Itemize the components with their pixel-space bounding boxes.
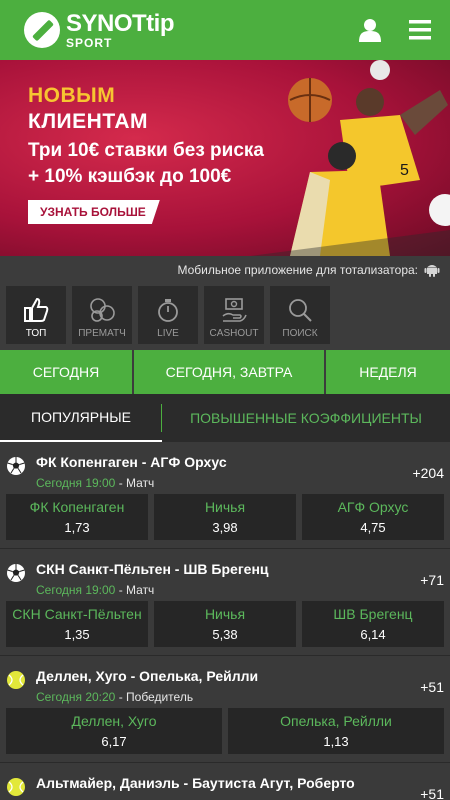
mobile-app-text: Мобильное приложение для тотализатора:	[177, 263, 418, 277]
more-markets-count[interactable]: +204	[412, 465, 444, 481]
football-icon	[7, 457, 25, 475]
odd-value: 6,14	[360, 627, 386, 642]
event-market: - Матч	[115, 476, 155, 490]
svg-text:5: 5	[400, 162, 409, 179]
event-title[interactable]: ФК Копенгаген - АГФ Орхус	[36, 454, 227, 470]
hamburger-menu-icon[interactable]	[402, 12, 438, 48]
odd-value: 1,13	[323, 734, 349, 749]
athletes-illustration: 5	[250, 60, 450, 256]
tile-cashout-label: CASHOUT	[209, 328, 259, 339]
learn-more-button[interactable]: УЗНАТЬ БОЛЬШЕ	[28, 200, 160, 224]
banner-offer-1: Три 10€ ставки без риска	[28, 140, 264, 161]
odd-label: Опелька, Рейлли	[280, 713, 392, 729]
odd-button-home[interactable]: ФК Копенгаген 1,73	[6, 494, 148, 540]
tile-cashout[interactable]: CASHOUT	[204, 286, 264, 344]
odd-label: ШВ Брегенц	[333, 606, 413, 622]
tile-live-label: LIVE	[157, 328, 179, 339]
more-markets-count[interactable]: +71	[420, 572, 444, 588]
odd-value: 6,17	[101, 734, 127, 749]
event-card: ФК Копенгаген - АГФ Орхус Сегодня 19:00 …	[0, 442, 450, 549]
search-icon	[289, 299, 312, 322]
more-markets-count[interactable]: +51	[420, 786, 444, 800]
odd-label: АГФ Орхус	[337, 499, 409, 515]
odd-button-home[interactable]: СКН Санкт-Пёльтен 1,35	[6, 601, 148, 647]
odd-value: 1,35	[64, 627, 90, 642]
odd-value: 3,98	[212, 520, 238, 535]
odd-label: ФК Копенгаген	[29, 499, 125, 515]
tile-search-label: ПОИСК	[282, 328, 318, 339]
events-list: ФК Копенгаген - АГФ Орхус Сегодня 19:00 …	[0, 442, 450, 800]
tab-today-tomorrow[interactable]: СЕГОДНЯ, ЗАВТРА	[134, 350, 324, 394]
event-time: Сегодня 20:20	[36, 690, 116, 704]
event-title[interactable]: Альтмайер, Даниэль - Баутиста Агут, Робе…	[36, 775, 355, 791]
tab-popular[interactable]: ПОПУЛЯРНЫЕ	[0, 394, 162, 442]
event-title[interactable]: Деллен, Хуго - Опелька, Рейлли	[36, 668, 258, 684]
odd-value: 5,38	[212, 627, 238, 642]
quick-nav-tiles: ТОП ПРЕМАТЧ LIVE CASHOUT ПОИСК	[0, 284, 450, 350]
top-header: SYNOTtip SPORT	[0, 0, 450, 60]
promo-banner[interactable]: 5 НОВЫМ КЛИЕНТАМ Три 10€ ставки без риск…	[0, 60, 450, 256]
period-tabs: СЕГОДНЯ СЕГОДНЯ, ЗАВТРА НЕДЕЛЯ	[0, 350, 450, 394]
logo-sub: SPORT	[66, 35, 113, 50]
user-icon[interactable]	[352, 12, 388, 48]
tile-top-label: ТОП	[25, 328, 47, 339]
balls-icon	[90, 298, 115, 322]
tile-search[interactable]: ПОИСК	[270, 286, 330, 344]
banner-offer-2: + 10% кэшбэк до 100€	[28, 166, 232, 187]
odd-value: 1,73	[64, 520, 90, 535]
odd-button-draw[interactable]: Ничья 3,98	[154, 494, 296, 540]
odd-label: Деллен, Хуго	[71, 713, 157, 729]
mobile-app-bar: Мобильное приложение для тотализатора:	[0, 256, 450, 284]
tile-top[interactable]: ТОП	[6, 286, 66, 344]
more-markets-count[interactable]: +51	[420, 679, 444, 695]
event-market: - Матч	[115, 583, 155, 597]
tennis-icon	[7, 778, 25, 796]
tab-week[interactable]: НЕДЕЛЯ	[326, 350, 450, 394]
event-time: Сегодня 19:00	[36, 476, 116, 490]
event-meta: Сегодня 19:00 - Матч	[36, 583, 154, 597]
section-tabs: ПОПУЛЯРНЫЕ ПОВЫШЕННЫЕ КОЭФФИЦИЕНТЫ	[0, 394, 450, 442]
logo-mark-icon	[24, 12, 60, 48]
odd-label: Ничья	[204, 499, 246, 515]
event-meta: Сегодня 19:00 - Матч	[36, 476, 154, 490]
banner-headline-2: КЛИЕНТАМ	[28, 110, 148, 133]
event-card: Деллен, Хуго - Опелька, Рейлли Сегодня 2…	[0, 656, 450, 763]
odd-button-player1[interactable]: Деллен, Хуго 6,17	[6, 708, 222, 754]
odd-label: Ничья	[204, 606, 246, 622]
event-card: СКН Санкт-Пёльтен - ШВ Брегенц Сегодня 1…	[0, 549, 450, 656]
event-market: - Победитель	[115, 690, 194, 704]
logo-name: SYNOTtip	[66, 9, 175, 37]
tile-prematch-label: ПРЕМАТЧ	[78, 328, 126, 339]
football-icon	[7, 564, 25, 582]
thumbs-up-icon	[24, 297, 49, 322]
cashout-icon	[222, 298, 247, 322]
odd-button-draw[interactable]: Ничья 5,38	[154, 601, 296, 647]
event-time: Сегодня 19:00	[36, 583, 116, 597]
tennis-icon	[7, 671, 25, 689]
odd-button-player2[interactable]: Опелька, Рейлли 1,13	[228, 708, 444, 754]
tile-prematch[interactable]: ПРЕМАТЧ	[72, 286, 132, 344]
tab-boosted-odds[interactable]: ПОВЫШЕННЫЕ КОЭФФИЦИЕНТЫ	[162, 394, 450, 442]
stopwatch-icon	[158, 299, 178, 322]
tab-today[interactable]: СЕГОДНЯ	[0, 350, 132, 394]
android-icon[interactable]	[424, 262, 440, 278]
banner-headline-1: НОВЫМ	[28, 84, 116, 107]
event-title[interactable]: СКН Санкт-Пёльтен - ШВ Брегенц	[36, 561, 269, 577]
odd-label: СКН Санкт-Пёльтен	[12, 606, 142, 622]
event-card: Альтмайер, Даниэль - Баутиста Агут, Робе…	[0, 763, 450, 800]
odd-button-away[interactable]: АГФ Орхус 4,75	[302, 494, 444, 540]
odd-button-away[interactable]: ШВ Брегенц 6,14	[302, 601, 444, 647]
event-meta: Сегодня 20:20 - Победитель	[36, 690, 193, 704]
tile-live[interactable]: LIVE	[138, 286, 198, 344]
synottip-logo[interactable]: SYNOTtip SPORT	[24, 9, 175, 50]
odd-value: 4,75	[360, 520, 386, 535]
